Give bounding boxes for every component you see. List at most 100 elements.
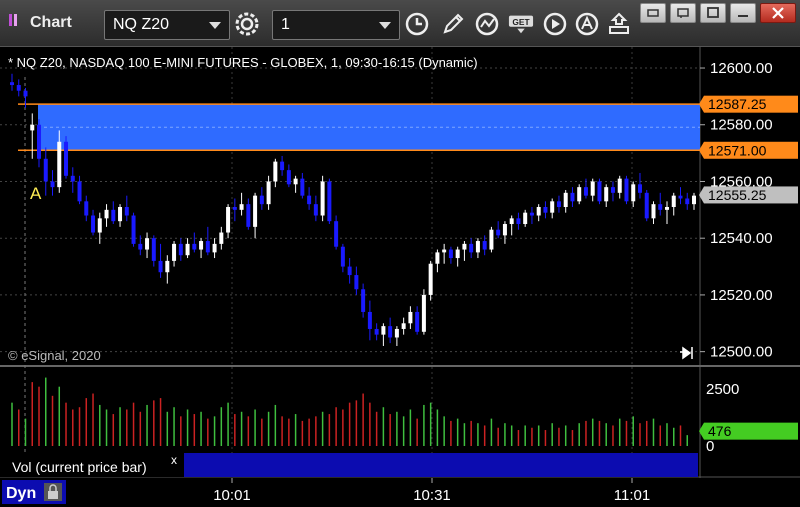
volume-tick-labels: 2500 0	[706, 381, 739, 455]
price-tick-label: 12520.00	[710, 287, 773, 304]
toolbar: Chart NQ Z20 1 GET	[0, 0, 800, 47]
candle-body	[523, 212, 528, 225]
candle-body	[354, 275, 359, 290]
candle-body	[64, 141, 69, 176]
candle-body	[259, 195, 264, 205]
candle-body	[475, 241, 480, 253]
candle-body	[610, 187, 615, 193]
candle-body	[253, 195, 258, 227]
study-panel-strip	[184, 453, 698, 477]
last-price-badge: 12555.25	[699, 186, 798, 204]
play-icon[interactable]	[542, 11, 568, 37]
time-tick-label: 11:01	[614, 487, 650, 504]
price-tick-label: 12500.00	[710, 344, 773, 361]
candle-body	[280, 161, 285, 171]
symbol-value[interactable]: NQ Z20	[113, 16, 169, 34]
candle-body	[442, 249, 447, 253]
help-button[interactable]	[640, 3, 666, 23]
candle-body	[496, 229, 501, 236]
pencil-icon[interactable]	[440, 11, 466, 37]
candle-body	[50, 181, 55, 188]
candle-body	[226, 207, 231, 233]
candle-body	[212, 243, 217, 253]
candle-body	[489, 229, 494, 250]
close-button[interactable]	[760, 3, 796, 23]
candle-body	[502, 224, 507, 236]
candle-body	[23, 90, 28, 97]
line-study-icon[interactable]	[474, 11, 500, 37]
candle-body	[455, 249, 460, 259]
candle-body	[91, 215, 96, 233]
gear-icon[interactable]	[234, 11, 260, 37]
candle-body	[70, 175, 75, 182]
candle-body	[10, 82, 14, 86]
candle-body	[361, 289, 366, 312]
candle-body	[388, 326, 393, 338]
candle-body	[435, 252, 440, 264]
symbol-selector[interactable]: NQ Z20	[104, 10, 230, 40]
candle-body	[16, 85, 21, 91]
candle-body	[307, 195, 312, 205]
zone-upper-badge: 12587.25	[699, 95, 798, 113]
candle-body	[597, 181, 602, 202]
candle-body	[327, 181, 332, 222]
candle-body	[118, 207, 123, 222]
study-label: Vol (current price bar)	[12, 459, 147, 475]
candle-body	[651, 204, 656, 219]
candle-body	[509, 218, 514, 225]
chart-info: * NQ Z20, NASDAQ 100 E-MINI FUTURES - GL…	[8, 55, 478, 70]
candle-body	[219, 232, 224, 244]
candle-body	[232, 207, 237, 210]
minimize-button[interactable]	[730, 3, 756, 23]
alert-icon[interactable]	[574, 11, 600, 37]
candle-body	[543, 207, 548, 213]
last-volume-value: 476	[708, 423, 732, 439]
candle-body	[685, 198, 690, 205]
candle-body	[266, 181, 271, 205]
candle-body	[428, 263, 433, 295]
candle-body	[320, 181, 325, 216]
time-axis[interactable]	[0, 478, 800, 507]
candle-body	[617, 178, 622, 193]
candle-body	[300, 178, 305, 196]
candle-body	[678, 195, 683, 199]
price-axis[interactable]	[700, 47, 800, 365]
candle-body	[482, 241, 487, 250]
candle-body	[658, 204, 663, 210]
chart-area[interactable]: * NQ Z20, NASDAQ 100 E-MINI FUTURES - GL…	[0, 47, 800, 507]
candle-body	[624, 178, 629, 202]
candle-body	[448, 249, 453, 259]
copyright-label: © eSignal, 2020	[8, 348, 101, 363]
candle-body	[577, 187, 582, 202]
zone-upper-value: 12587.25	[708, 96, 767, 112]
close-study-icon[interactable]: x	[171, 453, 177, 467]
restore-button[interactable]	[670, 3, 696, 23]
price-panel[interactable]	[0, 47, 700, 365]
chevron-down-icon[interactable]	[209, 22, 221, 29]
candle-body	[30, 124, 35, 131]
interval-selector[interactable]: 1	[272, 10, 400, 40]
candle-body	[469, 243, 474, 253]
get-icon[interactable]: GET	[508, 11, 536, 37]
lock-icon[interactable]	[44, 483, 62, 501]
candle-body	[199, 241, 204, 250]
candle-body	[151, 238, 156, 261]
marker-label[interactable]: A	[30, 184, 42, 203]
interval-value[interactable]: 1	[281, 16, 290, 34]
candle-body	[334, 221, 339, 247]
maximize-button[interactable]	[700, 3, 726, 23]
candle-body	[172, 243, 177, 261]
chart-window-icon	[9, 14, 17, 26]
candle-body	[604, 187, 609, 202]
candle-body	[692, 195, 696, 205]
candle-body	[273, 161, 278, 182]
clock-icon[interactable]	[404, 11, 430, 37]
price-tick-label: 12540.00	[710, 230, 773, 247]
chevron-down-icon[interactable]	[379, 22, 391, 29]
candle-body	[550, 201, 555, 213]
candle-body	[394, 328, 399, 338]
move-icon[interactable]	[606, 11, 632, 37]
candle-body	[671, 195, 676, 207]
candle-body	[43, 158, 48, 182]
candle-body	[401, 323, 406, 329]
